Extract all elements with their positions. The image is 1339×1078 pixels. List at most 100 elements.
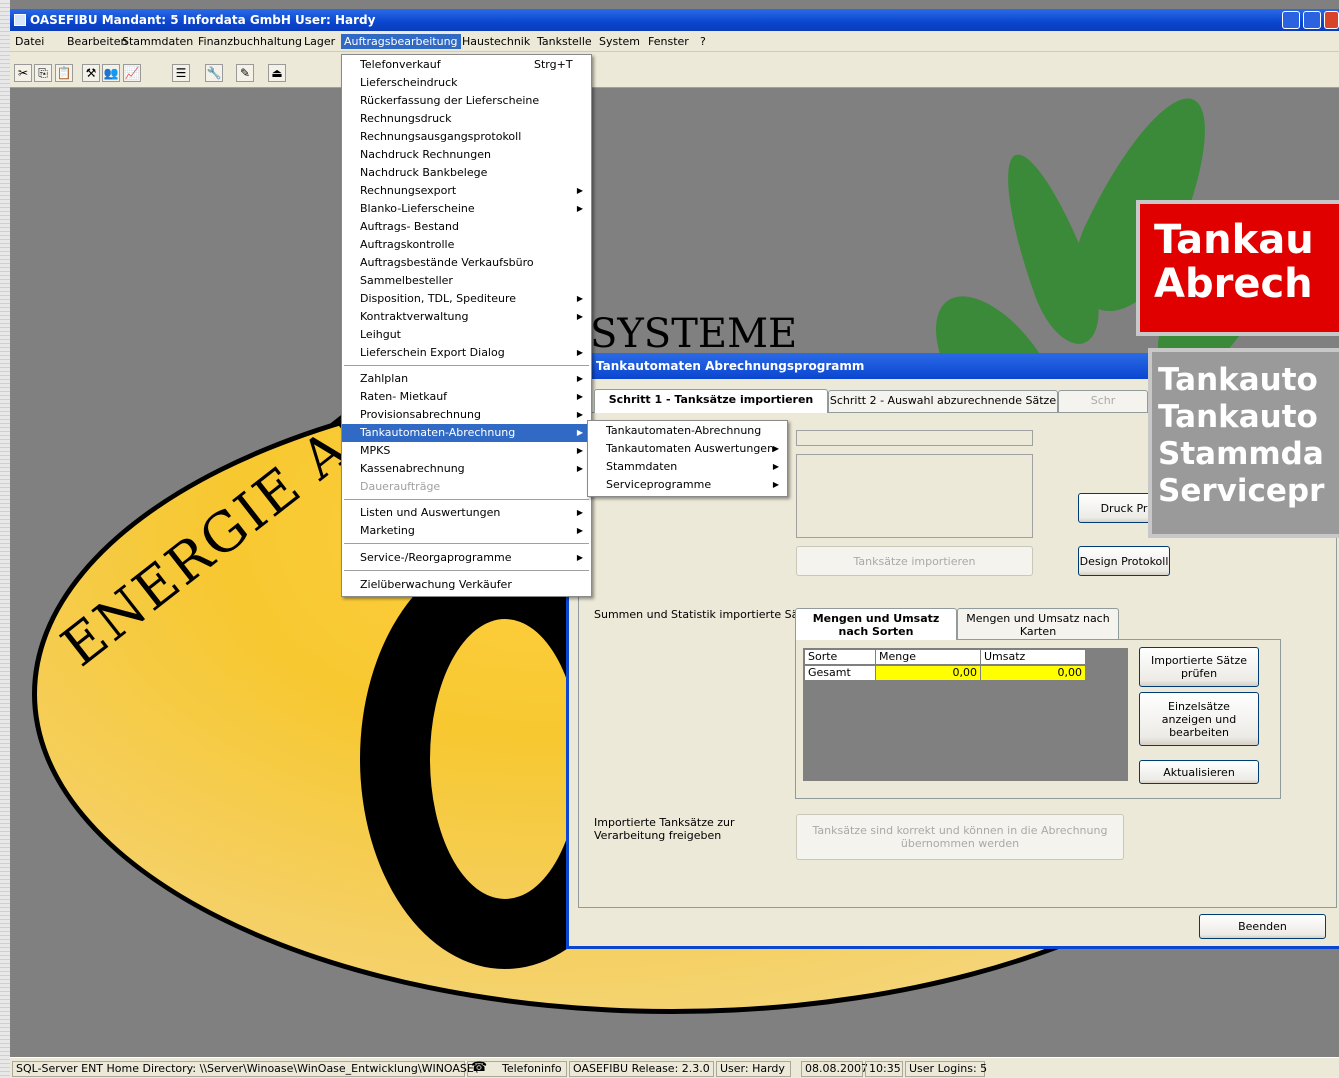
- menu-item-zielueberwachung[interactable]: Zielüberwachung Verkäufer: [342, 576, 591, 594]
- menu-item-provisionsabrechnung[interactable]: Provisionsabrechnung ▶: [342, 406, 591, 424]
- window-titlebar: OASEFIBU Mandant: 5 Infordata GmbH User:…: [10, 9, 1339, 31]
- menu-item-nachdruck-rechnungen[interactable]: Nachdruck Rechnungen: [342, 146, 591, 164]
- paste-icon[interactable]: 📋: [55, 64, 73, 82]
- submenu-arrow-icon: ▶: [576, 508, 583, 517]
- menu-item-zahlplan[interactable]: Zahlplan ▶: [342, 370, 591, 388]
- path-field: [796, 430, 1033, 446]
- chart-icon[interactable]: 📈: [123, 64, 141, 82]
- overlay-red-line: Abrech: [1154, 261, 1313, 307]
- window-title: OASEFIBU Mandant: 5 Infordata GmbH User:…: [30, 13, 376, 27]
- menu-item-telefonverkauf[interactable]: Telefonverkauf Strg+T: [342, 56, 591, 74]
- import-button[interactable]: Tanksätze importieren: [796, 546, 1033, 576]
- overlay-red-line: Tankau: [1154, 217, 1314, 263]
- menu-item-rueckerfassung[interactable]: Rückerfassung der Lieferscheine: [342, 92, 591, 110]
- tab-schritt-1[interactable]: Schritt 1 - Tanksätze importieren: [594, 389, 828, 413]
- menu-system[interactable]: System: [599, 35, 640, 48]
- menu-bearbeiten[interactable]: Bearbeiten: [67, 35, 127, 48]
- cut-icon[interactable]: ✂: [14, 64, 32, 82]
- telephone-icon: ☎: [471, 1060, 488, 1075]
- freigabe-button[interactable]: Tanksätze sind korrekt und können in die…: [796, 814, 1124, 860]
- menu-separator: [344, 543, 589, 544]
- menu-item-raten-mietkauf[interactable]: Raten- Mietkauf ▶: [342, 388, 591, 406]
- tab-schritt-3[interactable]: Schr: [1058, 390, 1148, 412]
- beenden-button[interactable]: Beenden: [1199, 914, 1326, 939]
- exit-icon[interactable]: ⏏: [268, 64, 286, 82]
- tab-schritt-2[interactable]: Schritt 2 - Auswahl abzurechnende Sätze: [828, 390, 1058, 412]
- submenu-item-serviceprogramme[interactable]: Serviceprogramme ▶: [588, 476, 787, 494]
- menu-fenster[interactable]: Fenster: [648, 35, 689, 48]
- menu-item-lieferscheindruck[interactable]: Lieferscheindruck: [342, 74, 591, 92]
- menu-item-service-reorga[interactable]: Service-/Reorgaprogramme ▶: [342, 549, 591, 567]
- menu-item-auftrags-bestand[interactable]: Auftrags- Bestand: [342, 218, 591, 236]
- menu-finanzbuchhaltung[interactable]: Finanzbuchhaltung: [198, 35, 302, 48]
- menu-item-mpks[interactable]: MPKS ▶: [342, 442, 591, 460]
- grid-header-sorte: Sorte: [804, 649, 876, 665]
- menu-item-nachdruck-bankbelege[interactable]: Nachdruck Bankbelege: [342, 164, 591, 182]
- menu-lager[interactable]: Lager: [304, 35, 335, 48]
- status-telefoninfo: ☎ Telefoninfo: [467, 1061, 567, 1077]
- menu-item-auftragskontrolle[interactable]: Auftragskontrolle: [342, 236, 591, 254]
- einzelsaetze-button[interactable]: Einzelsätze anzeigen und bearbeiten: [1139, 692, 1259, 746]
- submenu-arrow-icon: ▶: [576, 428, 583, 437]
- submenu-arrow-icon: ▶: [576, 312, 583, 321]
- menu-datei[interactable]: Datei: [15, 35, 44, 48]
- menu-tankstelle[interactable]: Tankstelle: [537, 35, 592, 48]
- submenu-arrow-icon: ▶: [576, 553, 583, 562]
- pruefen-button[interactable]: Importierte Sätze prüfen: [1139, 647, 1259, 687]
- grid-cell-sorte[interactable]: Gesamt: [804, 665, 876, 681]
- menu-item-lieferschein-export[interactable]: Lieferschein Export Dialog ▶: [342, 344, 591, 362]
- list-icon[interactable]: ☰: [172, 64, 190, 82]
- subtab-sorten[interactable]: Mengen und Umsatz nach Sorten: [795, 608, 957, 640]
- people-icon[interactable]: 👥: [102, 64, 120, 82]
- pencil-icon[interactable]: ✎: [236, 64, 254, 82]
- menu-help[interactable]: ?: [700, 35, 706, 48]
- menu-auftragsbearbeitung[interactable]: Auftragsbearbeitung: [341, 34, 461, 49]
- menu-item-rechnungsdruck[interactable]: Rechnungsdruck: [342, 110, 591, 128]
- logo-systeme-text: SYSTEME: [590, 311, 798, 357]
- submenu-item-auswertungen[interactable]: Tankautomaten Auswertungen ▶: [588, 440, 787, 458]
- menu-item-sammelbesteller[interactable]: Sammelbesteller: [342, 272, 591, 290]
- submenu-arrow-icon: ▶: [772, 480, 779, 489]
- submenu-arrow-icon: ▶: [576, 348, 583, 357]
- submenu-arrow-icon: ▶: [576, 446, 583, 455]
- subtab-karten[interactable]: Mengen und Umsatz nach Karten: [957, 608, 1119, 640]
- menu-item-leihgut[interactable]: Leihgut: [342, 326, 591, 344]
- overlay-gray-submenu: Tankauto Tankauto Stammda Servicepr: [1148, 348, 1339, 538]
- minimize-button[interactable]: [1282, 11, 1300, 29]
- menu-item-rechnungsausgangsprotokoll[interactable]: Rechnungsausgangsprotokoll: [342, 128, 591, 146]
- menu-stammdaten[interactable]: Stammdaten: [122, 35, 193, 48]
- tankautomaten-submenu: Tankautomaten-Abrechnung Tankautomaten A…: [587, 420, 788, 497]
- copy-icon[interactable]: ⎘: [34, 64, 52, 82]
- menu-item-marketing[interactable]: Marketing ▶: [342, 522, 591, 540]
- menu-item-kassenabrechnung[interactable]: Kassenabrechnung ▶: [342, 460, 591, 478]
- freigeben-label: Importierte Tanksätze zur Verarbeitung f…: [594, 816, 735, 842]
- close-button[interactable]: [1324, 11, 1339, 29]
- menu-item-blanko-lieferscheine[interactable]: Blanko-Lieferscheine ▶: [342, 200, 591, 218]
- auftragsbearbeitung-menu: Telefonverkauf Strg+T Lieferscheindruck R…: [341, 54, 592, 597]
- design-protokoll-button[interactable]: Design Protokoll: [1078, 546, 1170, 576]
- menu-haustechnik[interactable]: Haustechnik: [462, 35, 530, 48]
- submenu-arrow-icon: ▶: [576, 186, 583, 195]
- menu-item-rechnungsexport[interactable]: Rechnungsexport ▶: [342, 182, 591, 200]
- menu-item-kontraktverwaltung[interactable]: Kontraktverwaltung ▶: [342, 308, 591, 326]
- import-log-field: [796, 454, 1033, 538]
- overlay-gray-line: Tankauto: [1158, 399, 1318, 435]
- submenu-arrow-icon: ▶: [576, 204, 583, 213]
- grid-cell-umsatz[interactable]: 0,00: [980, 665, 1086, 681]
- aktualisieren-button[interactable]: Aktualisieren: [1139, 760, 1259, 784]
- overlay-red-title: Tankau Abrech: [1136, 200, 1339, 336]
- menu-item-auftragsbestaende[interactable]: Auftragsbestände Verkaufsbüro: [342, 254, 591, 272]
- overlay-gray-line: Servicepr: [1158, 473, 1325, 509]
- grid-cell-menge[interactable]: 0,00: [875, 665, 981, 681]
- submenu-item-abrechnung[interactable]: Tankautomaten-Abrechnung: [588, 422, 787, 440]
- maximize-button[interactable]: [1303, 11, 1321, 29]
- menubar: Datei Bearbeiten Stammdaten Finanzbuchha…: [10, 31, 1339, 52]
- status-time: 10:35: [865, 1061, 903, 1077]
- menu-item-disposition[interactable]: Disposition, TDL, Spediteure ▶: [342, 290, 591, 308]
- wrench-icon[interactable]: 🔧: [205, 64, 223, 82]
- grid-header-umsatz: Umsatz: [980, 649, 1086, 665]
- menu-item-listen-auswertungen[interactable]: Listen und Auswertungen ▶: [342, 504, 591, 522]
- submenu-item-stammdaten[interactable]: Stammdaten ▶: [588, 458, 787, 476]
- menu-item-tankautomaten-abrechnung[interactable]: Tankautomaten-Abrechnung ▶: [342, 424, 591, 442]
- tools-icon[interactable]: ⚒: [82, 64, 100, 82]
